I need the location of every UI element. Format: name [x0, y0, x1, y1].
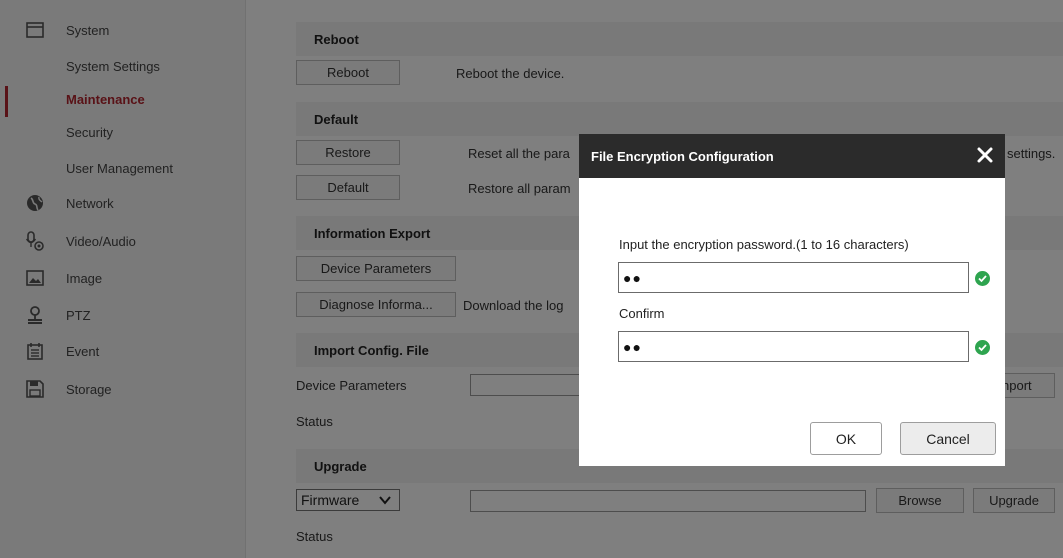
- encryption-password-input[interactable]: ●●: [618, 262, 969, 293]
- close-icon[interactable]: [975, 145, 995, 165]
- confirm-password-input[interactable]: ●●: [618, 331, 969, 362]
- dialog-header: File Encryption Configuration: [579, 134, 1005, 178]
- ok-button[interactable]: OK: [810, 422, 882, 455]
- valid-check-icon: [975, 340, 990, 355]
- valid-check-icon: [975, 271, 990, 286]
- dialog-title: File Encryption Configuration: [591, 149, 774, 164]
- file-encryption-dialog: File Encryption Configuration Input the …: [579, 134, 1005, 466]
- cancel-button[interactable]: Cancel: [900, 422, 996, 455]
- password-label: Input the encryption password.(1 to 16 c…: [619, 237, 909, 252]
- confirm-label: Confirm: [619, 306, 665, 321]
